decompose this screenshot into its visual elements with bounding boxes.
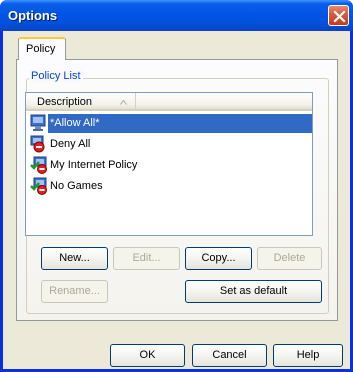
column-header-description[interactable]: Description bbox=[26, 93, 136, 111]
edit-button[interactable]: Edit... bbox=[113, 247, 180, 270]
cancel-button[interactable]: Cancel bbox=[192, 344, 267, 367]
new-button[interactable]: New... bbox=[41, 247, 108, 270]
delete-button[interactable]: Delete bbox=[257, 247, 322, 270]
window-title: Options bbox=[8, 8, 58, 23]
list-item[interactable]: *Allow All* bbox=[26, 113, 312, 134]
column-header-label: Description bbox=[37, 96, 93, 108]
close-icon bbox=[333, 10, 346, 23]
list-item[interactable]: My Internet Policy bbox=[26, 155, 312, 176]
tab-policy[interactable]: Policy bbox=[18, 37, 66, 60]
policy-list-group-label: Policy List bbox=[29, 70, 83, 82]
sort-ascending-icon bbox=[120, 100, 127, 105]
list-item[interactable]: No Games bbox=[26, 176, 312, 197]
title-bar[interactable]: Options bbox=[0, 0, 353, 31]
list-item-label: *Allow All* bbox=[48, 114, 312, 133]
list-item-label: No Games bbox=[50, 180, 103, 192]
ok-button[interactable]: OK bbox=[110, 344, 185, 367]
copy-button[interactable]: Copy... bbox=[185, 247, 252, 270]
set-as-default-button[interactable]: Set as default bbox=[185, 280, 322, 303]
rename-button[interactable]: Rename... bbox=[41, 280, 108, 303]
deny-policy-icon bbox=[30, 135, 45, 153]
tab-policy-label: Policy bbox=[26, 43, 56, 55]
list-item-label: My Internet Policy bbox=[50, 159, 138, 171]
list-item-label: Deny All bbox=[50, 138, 91, 150]
policy-list[interactable]: Description *Allow All* Deny All My Inte… bbox=[25, 92, 313, 236]
custom-policy-icon bbox=[30, 177, 47, 195]
list-item[interactable]: Deny All bbox=[26, 134, 312, 155]
close-button[interactable] bbox=[328, 5, 349, 26]
dialog-client-area: Policy Policy List Description *Allow Al… bbox=[3, 31, 350, 369]
list-header: Description bbox=[26, 93, 312, 111]
help-button[interactable]: Help bbox=[273, 344, 343, 367]
allow-policy-icon bbox=[30, 114, 46, 131]
options-dialog: Options Policy Policy List Description *… bbox=[0, 0, 353, 372]
custom-policy-icon bbox=[30, 156, 47, 174]
